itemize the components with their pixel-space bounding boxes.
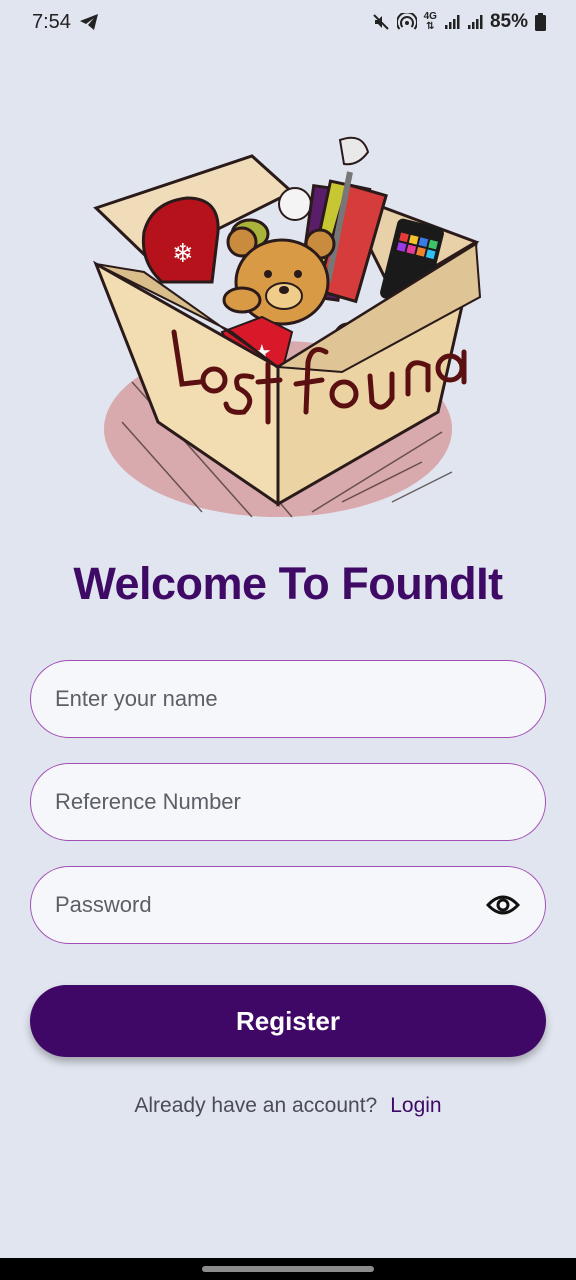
telegram-icon bbox=[79, 13, 99, 31]
status-left: 7:54 bbox=[32, 11, 99, 34]
signal-icon bbox=[444, 14, 460, 30]
page-title: Welcome To FoundIt bbox=[73, 558, 503, 609]
status-bar: 7:54 4G ⇅ 85% bbox=[0, 0, 576, 44]
eye-icon[interactable] bbox=[485, 887, 521, 923]
system-nav-bar bbox=[0, 1258, 576, 1280]
status-time: 7:54 bbox=[32, 10, 71, 33]
mute-icon bbox=[372, 13, 390, 31]
network-label: 4G ⇅ bbox=[424, 12, 437, 32]
password-field[interactable] bbox=[30, 866, 546, 944]
login-link[interactable]: Login bbox=[390, 1094, 441, 1118]
home-handle[interactable] bbox=[202, 1266, 374, 1272]
reference-number-input[interactable] bbox=[55, 789, 521, 815]
svg-text:❄: ❄ bbox=[172, 239, 194, 269]
login-prompt: Already have an account? bbox=[134, 1094, 378, 1117]
lost-found-illustration: ❄ ★ bbox=[92, 132, 484, 524]
data-arrows-icon: ⇅ bbox=[426, 21, 435, 32]
name-field[interactable] bbox=[30, 660, 546, 738]
reference-number-field[interactable] bbox=[30, 763, 546, 841]
battery-percent: 85% bbox=[489, 11, 528, 32]
status-right: 4G ⇅ 85% bbox=[372, 11, 546, 33]
battery-icon bbox=[535, 13, 546, 31]
login-row: Already have an account? Login bbox=[0, 1094, 576, 1118]
hotspot-icon bbox=[396, 13, 417, 31]
signal-icon bbox=[467, 14, 483, 30]
name-input[interactable] bbox=[55, 686, 521, 712]
register-button[interactable]: Register bbox=[30, 985, 546, 1057]
lost-found-box-image: ❄ ★ bbox=[93, 136, 482, 518]
password-input[interactable] bbox=[55, 892, 485, 918]
